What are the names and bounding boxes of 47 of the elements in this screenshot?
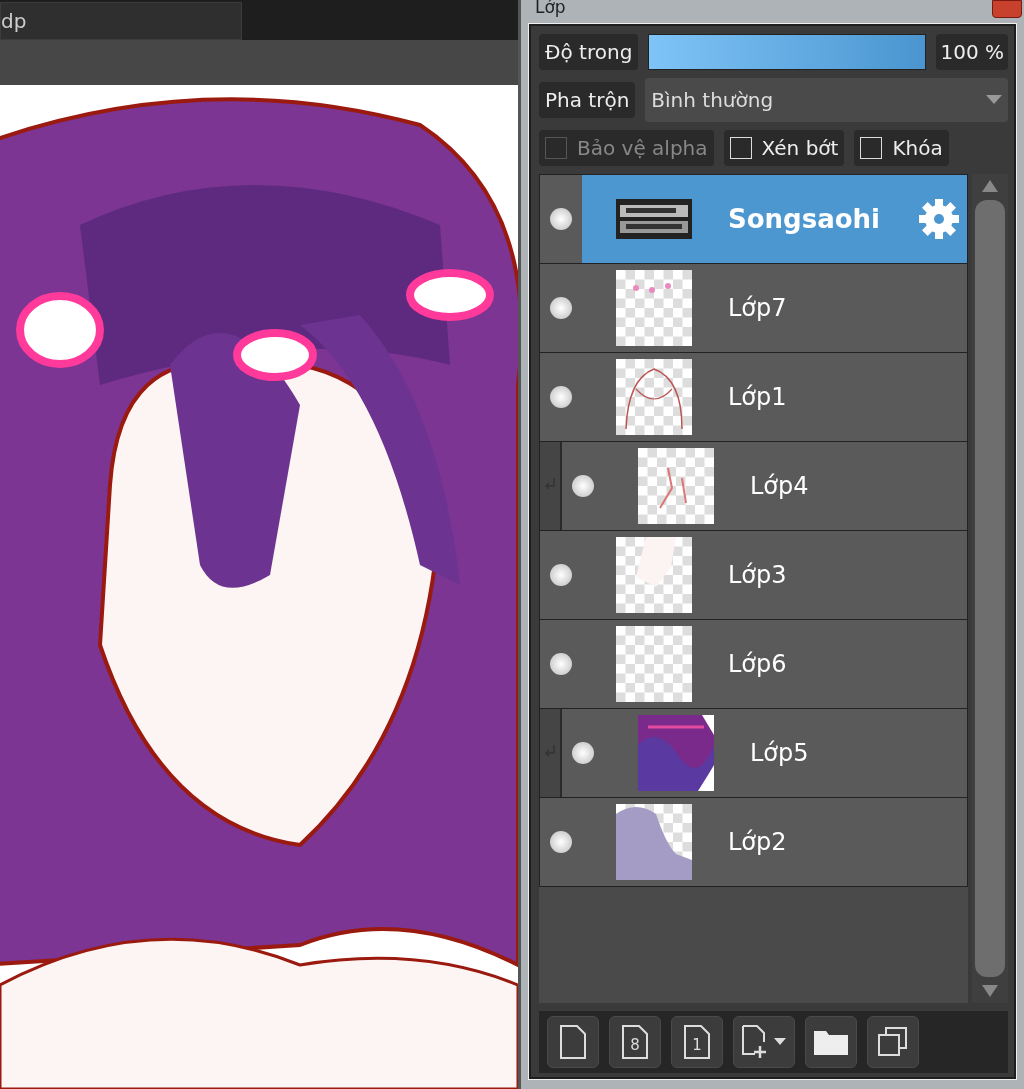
visibility-toggle[interactable] (550, 831, 572, 853)
layer-row[interactable]: Lớp4 (539, 442, 968, 531)
new-layer-button[interactable]: 1 (671, 1016, 723, 1068)
add-layer-button[interactable] (733, 1016, 795, 1068)
layer-name: Lớp6 (728, 650, 788, 678)
blend-label: Pha trộn (539, 82, 636, 118)
opacity-slider[interactable] (649, 35, 926, 69)
visibility-toggle[interactable] (550, 386, 572, 408)
duplicate-button[interactable] (867, 1016, 919, 1068)
option-checkbox[interactable]: Khóa (854, 130, 949, 166)
document-tab[interactable]: dp (0, 2, 242, 40)
layer-name: Lớp5 (750, 739, 810, 767)
new-layer-button[interactable] (547, 1016, 599, 1068)
visibility-toggle[interactable] (550, 208, 572, 230)
visibility-toggle[interactable] (572, 475, 594, 497)
new-layer-button[interactable]: 8 (609, 1016, 661, 1068)
page-icon (682, 1024, 712, 1060)
page-icon (620, 1024, 650, 1060)
visibility-toggle[interactable] (572, 742, 594, 764)
layer-row[interactable]: Lớp1 (539, 353, 968, 442)
page-icon (558, 1024, 588, 1060)
layer-name: Lớp4 (750, 472, 810, 500)
layer-row[interactable]: Lớp3 (539, 531, 968, 620)
folder-button[interactable] (805, 1016, 857, 1068)
layer-name: Lớp7 (728, 294, 788, 322)
layer-name: Lớp3 (728, 561, 788, 589)
scroll-down-icon[interactable] (980, 983, 1000, 999)
layer-row[interactable]: Lớp7 (539, 264, 968, 353)
layer-row[interactable]: Lớp6 (539, 620, 968, 709)
add-page-icon (740, 1024, 788, 1060)
settings-icon[interactable] (917, 197, 961, 241)
duplicate-icon (876, 1025, 910, 1059)
visibility-toggle[interactable] (550, 297, 572, 319)
opacity-label: Độ trong (539, 34, 639, 70)
visibility-toggle[interactable] (550, 653, 572, 675)
layer-name: Lớp2 (728, 828, 788, 856)
layer-name: Songsaohi (728, 204, 881, 234)
blend-dropdown[interactable]: Bình thường (645, 78, 1008, 122)
caret-icon (986, 95, 1002, 105)
visibility-toggle[interactable] (550, 564, 572, 586)
opacity-value: 100 % (936, 34, 1008, 70)
layer-row[interactable]: Lớp5 (539, 709, 968, 798)
scrollbar[interactable] (972, 174, 1008, 1003)
layer-row[interactable]: Lớp2 (539, 798, 968, 887)
scroll-up-icon[interactable] (980, 178, 1000, 194)
option-checkbox[interactable]: Xén bớt (723, 130, 845, 166)
layer-name: Lớp1 (728, 383, 788, 411)
